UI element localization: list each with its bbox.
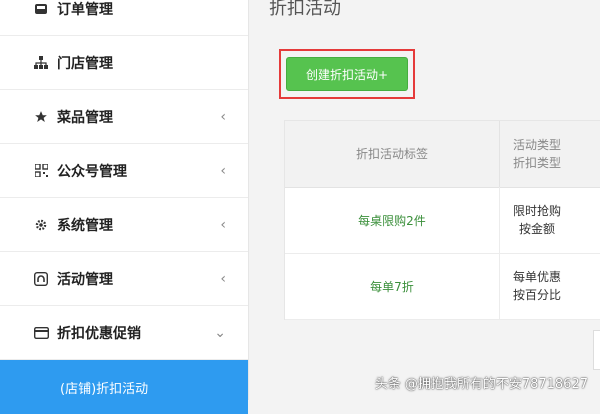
sidebar: 订单管理 门店管理 菜品管理 ‹ 公众号管理 ‹ 系统管理 ‹ 活动管理 ‹ 折…	[0, 0, 249, 414]
sidebar-item-label: 门店管理	[57, 55, 113, 72]
card-icon	[33, 325, 49, 341]
row-type: 每单优惠 按百分比	[499, 253, 574, 319]
row-label[interactable]: 每桌限购2件	[285, 187, 499, 253]
chevron-left-icon: ‹	[220, 108, 226, 125]
discount-table: 折扣活动标签 活动类型 折扣类型 每桌限购2件 限时抢购 按金额 每单7折 每单…	[284, 120, 600, 320]
main-content: 折扣活动 创建折扣活动+ 折扣活动标签 活动类型 折扣类型 每桌限购2件 限时抢…	[249, 0, 600, 400]
github-icon	[33, 271, 49, 287]
sidebar-item-stores[interactable]: 门店管理	[0, 36, 248, 90]
sidebar-item-label: 订单管理	[57, 1, 113, 18]
sidebar-item-label: 折扣优惠促销	[57, 325, 141, 342]
sidebar-item-official-account[interactable]: 公众号管理 ‹	[0, 144, 248, 198]
chevron-left-icon: ‹	[220, 216, 226, 233]
sidebar-item-activities[interactable]: 活动管理 ‹	[0, 252, 248, 306]
sidebar-item-dishes[interactable]: 菜品管理 ‹	[0, 90, 248, 144]
column-header-type: 活动类型 折扣类型	[499, 121, 574, 187]
table-row[interactable]: 每桌限购2件 限时抢购 按金额	[285, 187, 600, 254]
star-icon	[33, 109, 49, 125]
gear-icon	[33, 217, 49, 233]
sidebar-item-label: 活动管理	[57, 271, 113, 288]
sidebar-item-system[interactable]: 系统管理 ‹	[0, 198, 248, 252]
inbox-icon	[33, 1, 49, 17]
sidebar-subitem-store-discount[interactable]: (店铺)折扣活动	[0, 360, 248, 414]
scrollbar[interactable]	[593, 330, 600, 370]
chevron-left-icon: ‹	[220, 162, 226, 179]
table-row[interactable]: 每单7折 每单优惠 按百分比	[285, 253, 600, 320]
sitemap-icon	[33, 55, 49, 71]
sidebar-item-orders[interactable]: 订单管理	[0, 0, 248, 36]
page-title: 折扣活动	[269, 0, 341, 19]
chevron-down-icon: ⌄	[214, 324, 226, 341]
sidebar-item-label: 公众号管理	[57, 163, 127, 180]
table-header: 折扣活动标签 活动类型 折扣类型	[285, 121, 600, 188]
row-type: 限时抢购 按金额	[499, 187, 574, 253]
column-header-label: 折扣活动标签	[355, 147, 428, 161]
sidebar-item-label: 菜品管理	[57, 109, 113, 126]
create-discount-button[interactable]: 创建折扣活动+	[286, 57, 408, 91]
sidebar-item-discount-promotions[interactable]: 折扣优惠促销 ⌄	[0, 306, 248, 360]
qrcode-icon	[33, 163, 49, 179]
watermark: 头条 @拥抱我所有的不安78718627	[374, 377, 588, 392]
chevron-left-icon: ‹	[220, 270, 226, 287]
sidebar-item-label: 系统管理	[57, 217, 113, 234]
row-label[interactable]: 每单7折	[285, 253, 499, 319]
highlight-box: 创建折扣活动+	[279, 49, 415, 99]
